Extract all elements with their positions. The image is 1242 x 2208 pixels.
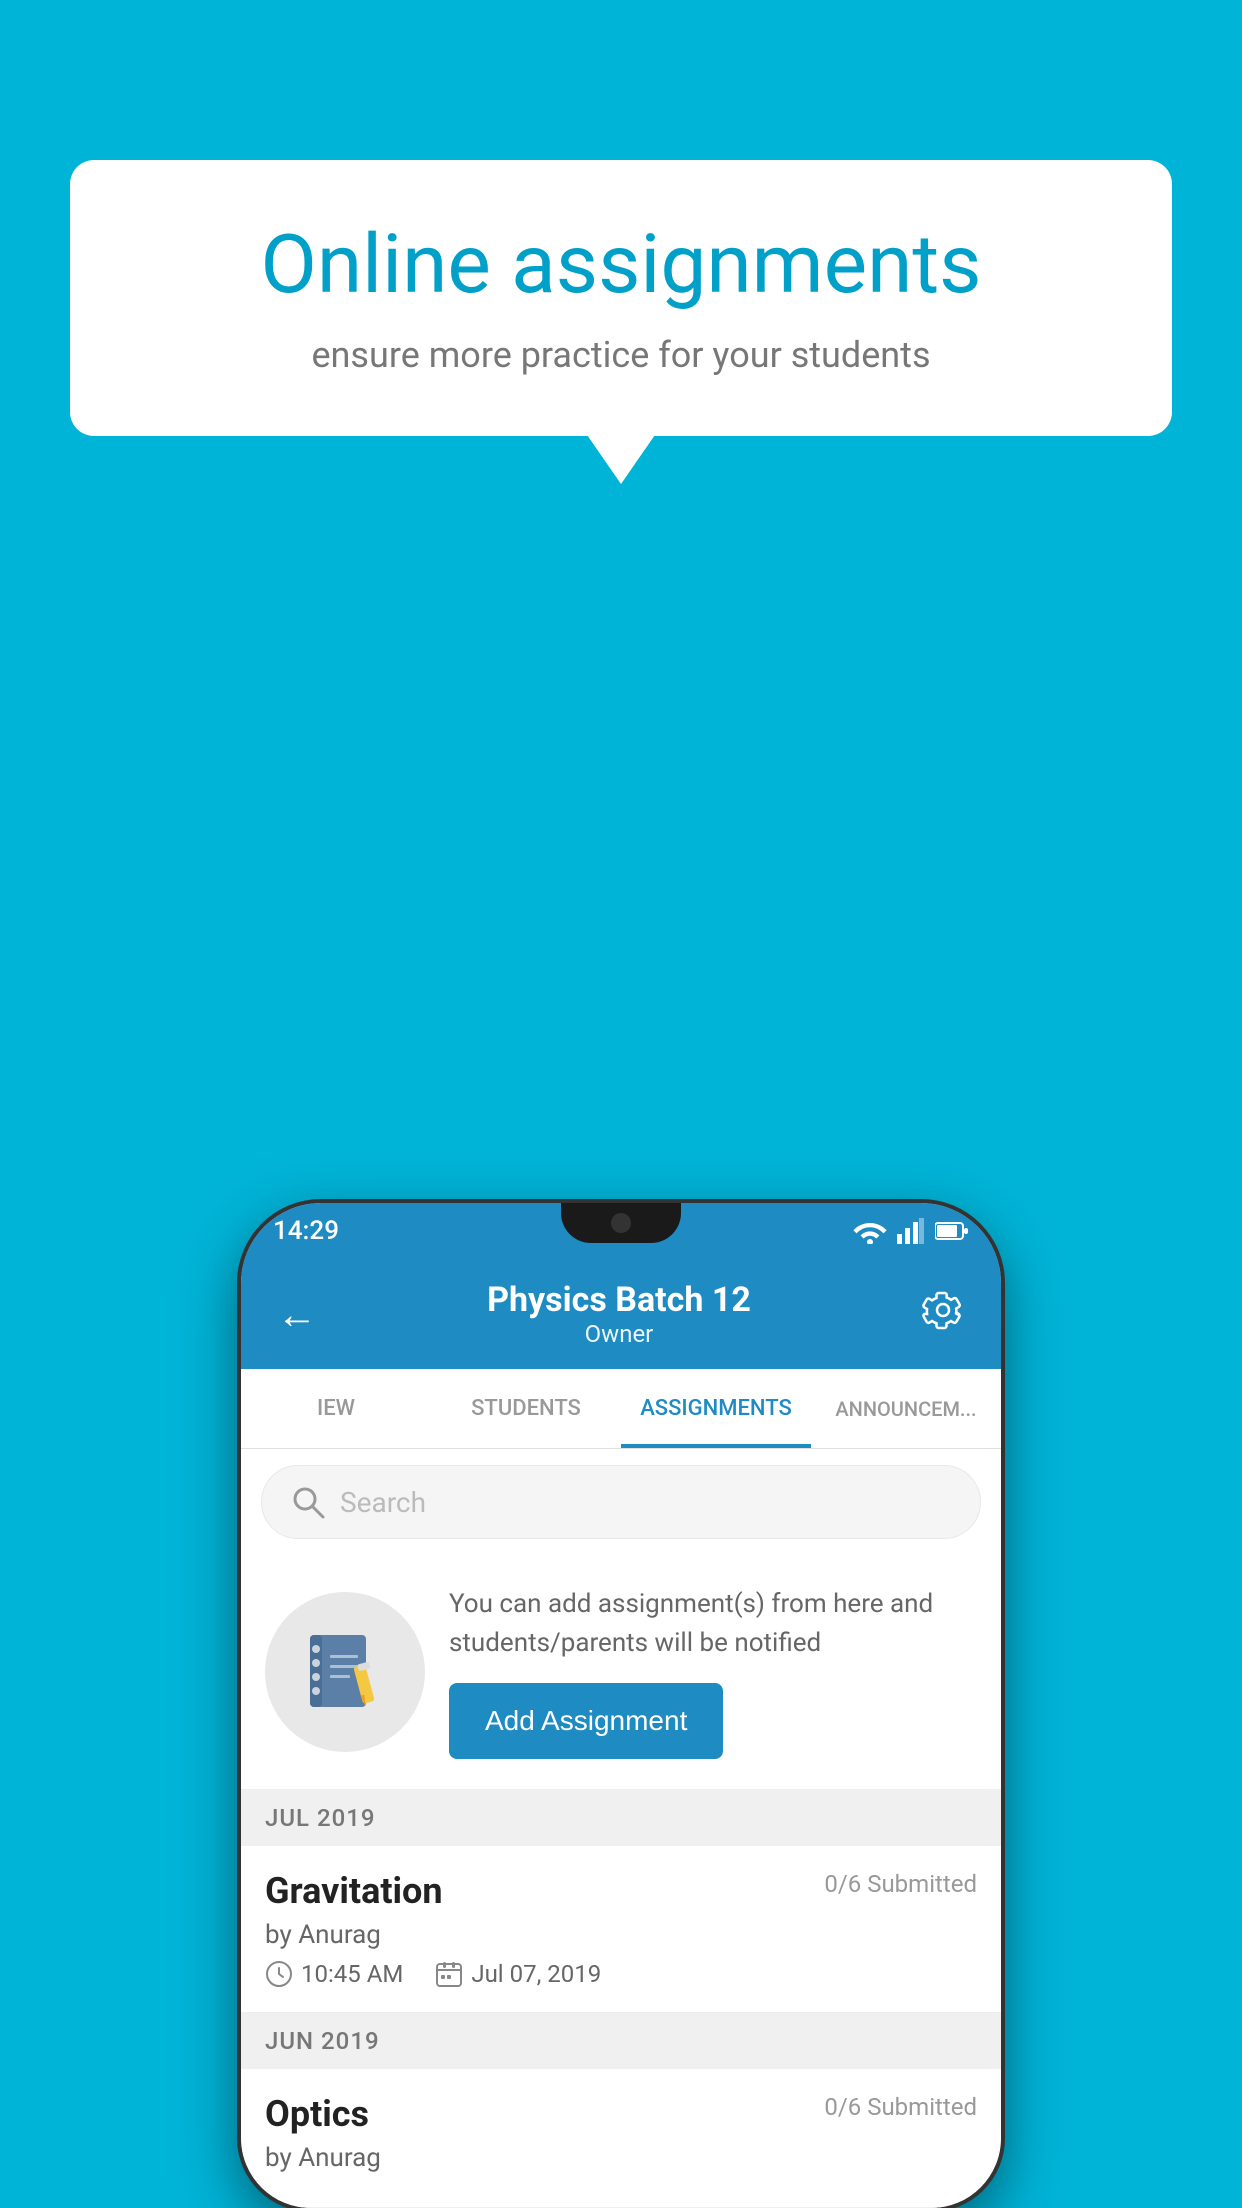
- assignment-by-gravitation: by Anurag: [265, 1920, 977, 1950]
- app-bar-title-area: Physics Batch 12 Owner: [325, 1280, 913, 1348]
- battery-icon: [935, 1221, 969, 1241]
- meta-date-gravitation: Jul 07, 2019: [435, 1960, 601, 1988]
- section-header-jul: JUL 2019: [241, 1790, 1001, 1846]
- signal-icon: [897, 1218, 925, 1244]
- add-assignment-promo: You can add assignment(s) from here and …: [241, 1555, 1001, 1790]
- app-bar: ← Physics Batch 12 Owner: [241, 1259, 1001, 1369]
- phone-screen: 14:29: [241, 1203, 1001, 2208]
- assignment-meta-gravitation: 10:45 AM Jul 07, 2019: [265, 1960, 977, 1988]
- tab-bar: IEW STUDENTS ASSIGNMENTS ANNOUNCEM...: [241, 1369, 1001, 1449]
- speech-bubble: Online assignments ensure more practice …: [70, 160, 1172, 436]
- assignment-name-gravitation: Gravitation: [265, 1870, 443, 1912]
- status-time: 14:29: [273, 1216, 339, 1246]
- tab-students[interactable]: STUDENTS: [431, 1369, 621, 1448]
- assignment-name-optics: Optics: [265, 2093, 369, 2135]
- bubble-title: Online assignments: [150, 220, 1092, 310]
- phone-wrapper: 14:29: [241, 1203, 1001, 2208]
- promo-icon-circle: [265, 1592, 425, 1752]
- tab-announcements[interactable]: ANNOUNCEM...: [811, 1369, 1001, 1448]
- notch: [561, 1203, 681, 1243]
- promo-content: You can add assignment(s) from here and …: [449, 1585, 977, 1759]
- search-bar[interactable]: Search: [261, 1465, 981, 1539]
- settings-button[interactable]: [913, 1280, 973, 1349]
- assignment-item-gravitation[interactable]: Gravitation 0/6 Submitted by Anurag 10:4…: [241, 1846, 1001, 2013]
- date-value: Jul 07, 2019: [471, 1960, 601, 1988]
- notebook-icon: [300, 1627, 390, 1717]
- app-bar-title: Physics Batch 12: [325, 1280, 913, 1320]
- calendar-icon: [435, 1960, 463, 1988]
- assignment-top-row-optics: Optics 0/6 Submitted: [265, 2093, 977, 2135]
- assignment-top-row: Gravitation 0/6 Submitted: [265, 1870, 977, 1912]
- promo-text: You can add assignment(s) from here and …: [449, 1585, 977, 1663]
- bubble-subtitle: ensure more practice for your students: [150, 334, 1092, 376]
- assignment-submitted-optics: 0/6 Submitted: [824, 2093, 977, 2121]
- back-button[interactable]: ←: [269, 1283, 325, 1346]
- clock-icon: [265, 1960, 293, 1988]
- time-value: 10:45 AM: [301, 1960, 403, 1988]
- wifi-icon: [853, 1218, 887, 1244]
- status-icons: [853, 1218, 969, 1244]
- phone-outer: 14:29: [241, 1203, 1001, 2208]
- search-icon: [290, 1484, 326, 1520]
- tab-assignments[interactable]: ASSIGNMENTS: [621, 1369, 811, 1448]
- meta-time-gravitation: 10:45 AM: [265, 1960, 403, 1988]
- assignment-by-optics: by Anurag: [265, 2143, 977, 2173]
- search-placeholder: Search: [340, 1486, 426, 1519]
- status-bar: 14:29: [241, 1203, 1001, 1259]
- search-container: Search: [241, 1449, 1001, 1555]
- assignment-item-optics[interactable]: Optics 0/6 Submitted by Anurag: [241, 2069, 1001, 2208]
- gear-icon: [921, 1288, 965, 1332]
- app-bar-subtitle: Owner: [325, 1320, 913, 1348]
- tab-iew[interactable]: IEW: [241, 1369, 431, 1448]
- speech-bubble-area: Online assignments ensure more practice …: [70, 160, 1172, 436]
- add-assignment-button[interactable]: Add Assignment: [449, 1683, 723, 1759]
- notch-camera: [611, 1213, 631, 1233]
- assignment-submitted-gravitation: 0/6 Submitted: [824, 1870, 977, 1898]
- section-header-jun: JUN 2019: [241, 2013, 1001, 2069]
